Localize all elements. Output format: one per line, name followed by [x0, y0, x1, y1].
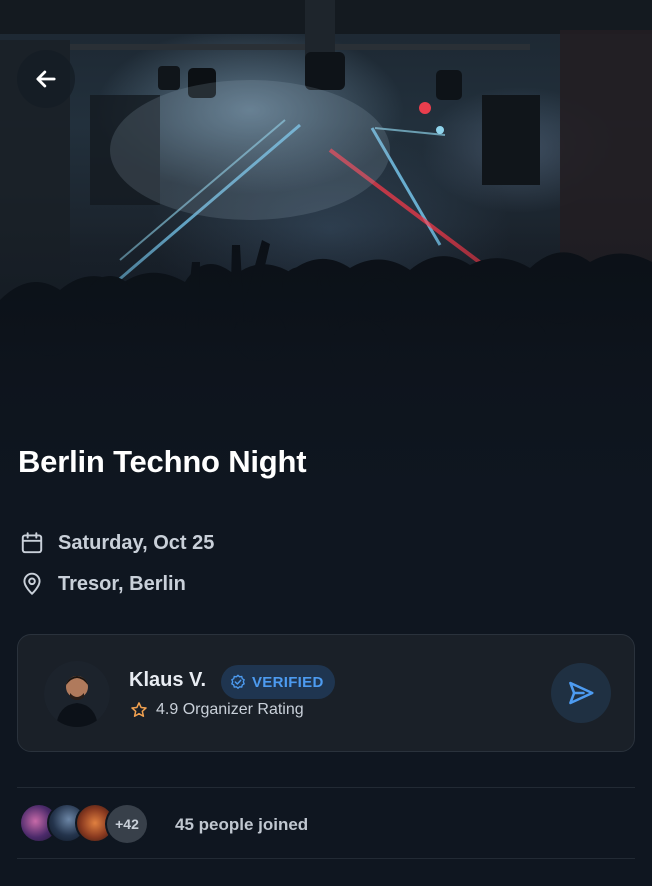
- star-icon: [130, 701, 148, 719]
- organizer-rating-text: 4.9 Organizer Rating: [156, 701, 304, 718]
- more-attendees-count: +42: [105, 803, 149, 845]
- verified-badge: VERIFIED: [221, 665, 335, 699]
- event-location-text: Tresor, Berlin: [58, 572, 186, 595]
- event-date-row: Saturday, Oct 25: [18, 529, 214, 557]
- message-organizer-button[interactable]: [551, 663, 611, 723]
- event-hero-image: [0, 0, 652, 500]
- people-joined-text: 45 people joined: [175, 815, 309, 834]
- organizer-rating: 4.9 Organizer Rating: [130, 701, 304, 719]
- organizer-avatar[interactable]: [44, 661, 110, 727]
- organizer-name: Klaus V.: [129, 669, 207, 691]
- divider: [17, 858, 635, 859]
- event-date-text: Saturday, Oct 25: [58, 531, 215, 554]
- event-location-row[interactable]: Tresor, Berlin: [18, 570, 186, 598]
- arrow-left-icon: [36, 70, 56, 88]
- map-pin-icon: [18, 570, 46, 598]
- send-icon: [569, 681, 594, 705]
- attendee-avatars[interactable]: +42: [19, 803, 159, 845]
- divider: [17, 787, 635, 788]
- verified-label: VERIFIED: [252, 673, 324, 691]
- calendar-icon: [18, 529, 46, 557]
- event-title: Berlin Techno Night: [18, 444, 307, 479]
- organizer-card[interactable]: Klaus V. VERIFIED 4.9 Organizer Rating: [17, 634, 635, 752]
- back-button[interactable]: [17, 50, 75, 108]
- verified-check-icon: [230, 674, 246, 690]
